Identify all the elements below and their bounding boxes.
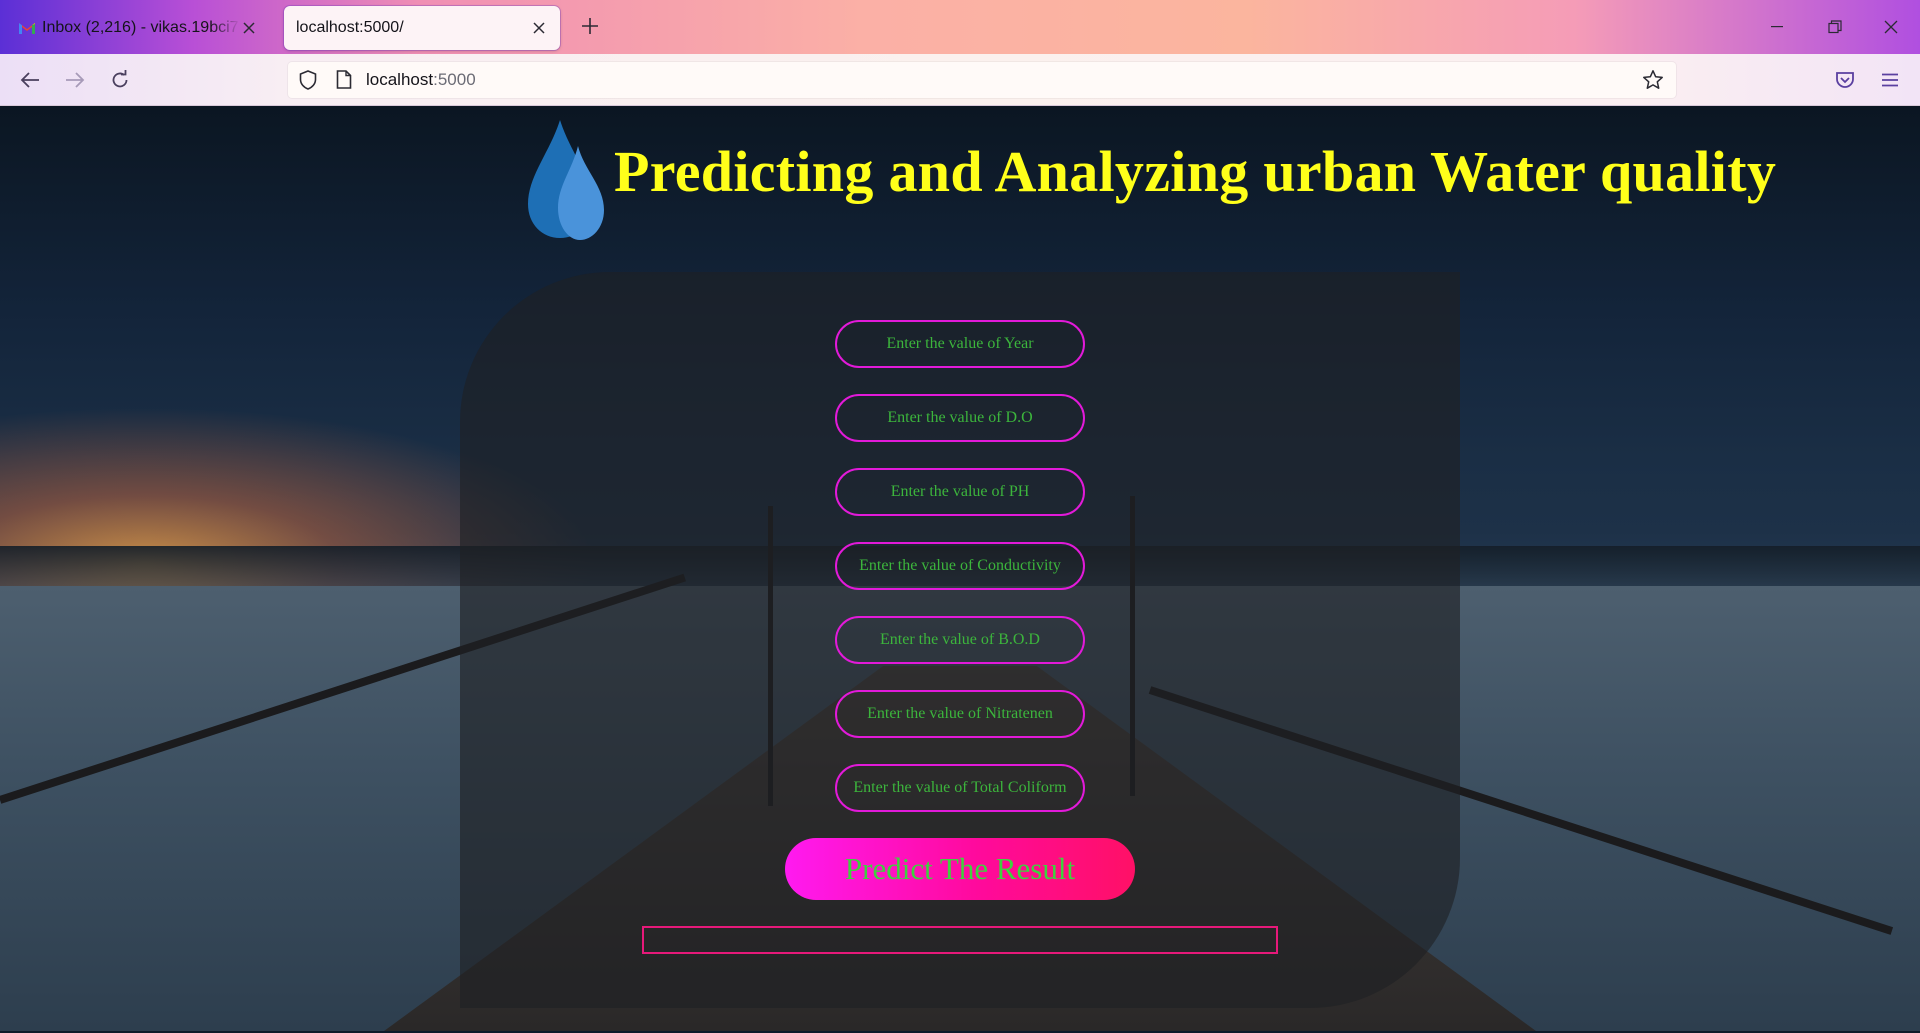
header: Predicting and Analyzing urban Water qua…	[520, 112, 1820, 252]
menu-icon[interactable]	[1874, 64, 1906, 96]
tab-label: Inbox (2,216) - vikas.19bci7101	[42, 19, 240, 36]
gmail-icon	[18, 21, 36, 35]
bod-input[interactable]	[835, 616, 1085, 664]
address-bar[interactable]: localhost:5000	[288, 62, 1676, 98]
conductivity-input[interactable]	[835, 542, 1085, 590]
reload-icon[interactable]	[104, 64, 136, 96]
water-drop-icon	[528, 120, 604, 240]
close-tab-icon[interactable]	[240, 19, 258, 37]
year-input[interactable]	[835, 320, 1085, 368]
minimize-icon[interactable]	[1754, 10, 1800, 44]
back-icon[interactable]	[14, 64, 46, 96]
new-tab-icon[interactable]	[576, 12, 604, 40]
predict-button[interactable]: Predict The Result	[785, 838, 1135, 900]
shield-icon[interactable]	[299, 70, 317, 95]
url-host: localhost	[366, 70, 434, 89]
page-background: Predicting and Analyzing urban Water qua…	[0, 106, 1920, 1031]
page-title: Predicting and Analyzing urban Water qua…	[614, 139, 1777, 204]
tab-bar: Inbox (2,216) - vikas.19bci7101 localhos…	[0, 0, 1920, 54]
result-output	[642, 926, 1278, 954]
nitratenen-input[interactable]	[835, 690, 1085, 738]
total-coliform-input[interactable]	[835, 764, 1085, 812]
forward-icon[interactable]	[59, 64, 91, 96]
tab-label: localhost:5000/	[296, 19, 404, 36]
bookmark-star-icon[interactable]	[1642, 69, 1664, 96]
close-window-icon[interactable]	[1868, 10, 1914, 44]
url-port: :5000	[433, 70, 476, 89]
page-info-icon[interactable]	[336, 70, 352, 94]
restore-icon[interactable]	[1812, 10, 1858, 44]
navigation-toolbar: localhost:5000	[0, 54, 1920, 106]
do-input[interactable]	[835, 394, 1085, 442]
tab-localhost[interactable]: localhost:5000/	[284, 6, 560, 50]
close-tab-icon[interactable]	[530, 19, 548, 37]
pocket-icon[interactable]	[1829, 64, 1861, 96]
url-text[interactable]: localhost:5000	[366, 70, 476, 90]
ph-input[interactable]	[835, 468, 1085, 516]
tab-gmail-inbox[interactable]: Inbox (2,216) - vikas.19bci7101	[6, 6, 270, 50]
